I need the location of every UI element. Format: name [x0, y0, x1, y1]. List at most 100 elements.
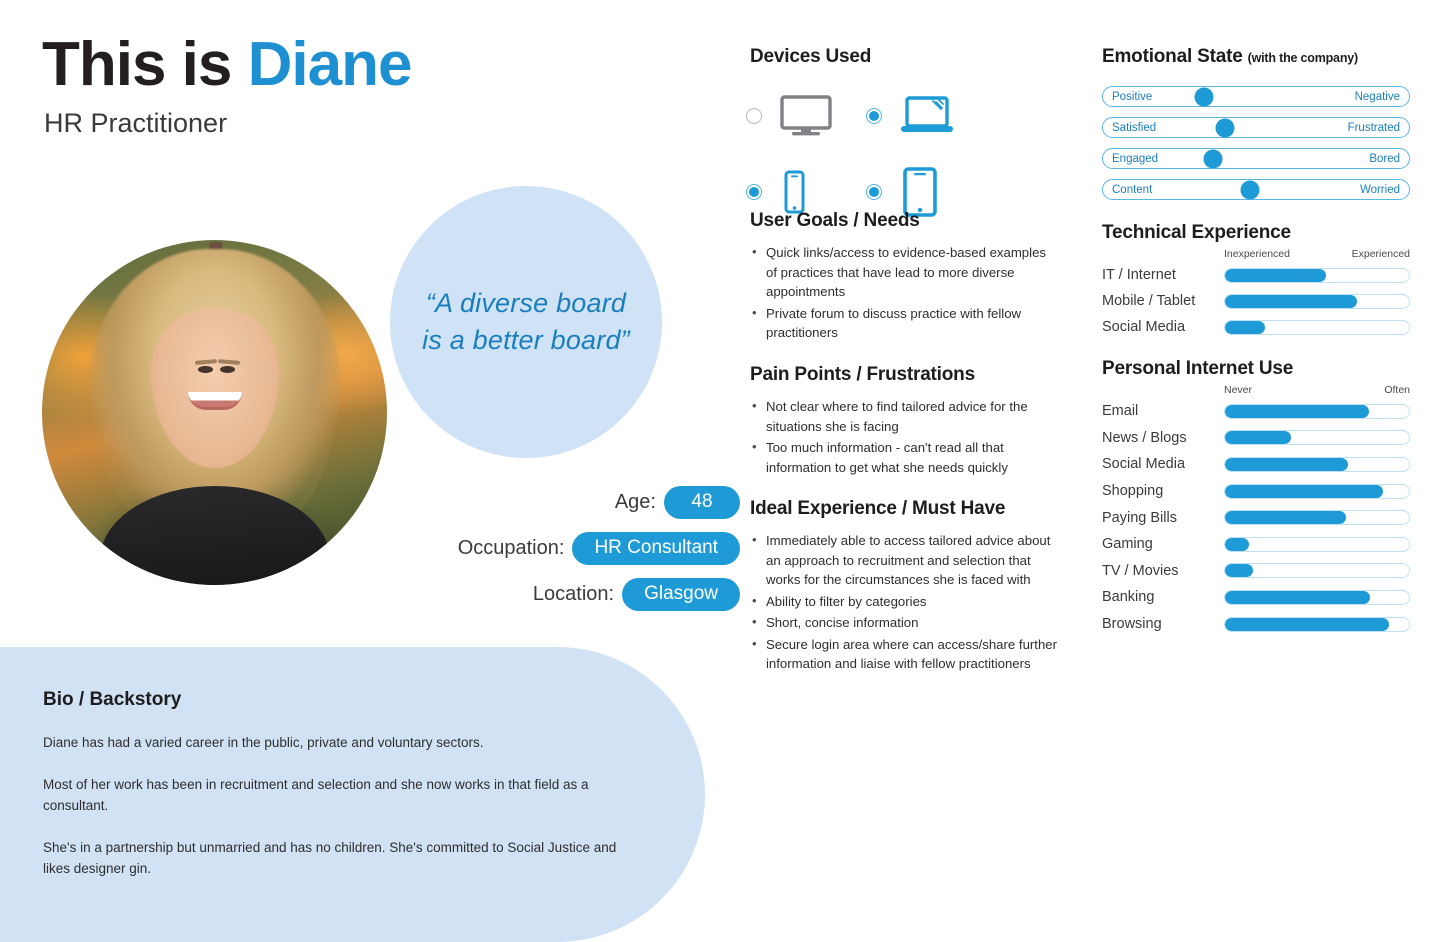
- desktop-icon: [780, 95, 832, 136]
- internet-bar-banking: Banking: [1102, 584, 1410, 611]
- device-option-desktop[interactable]: [746, 90, 866, 142]
- slider-right-label: Negative: [1354, 90, 1400, 103]
- phone-icon: [784, 170, 805, 214]
- bio-paragraph: Diane has had a varied career in the pub…: [43, 735, 484, 750]
- internet-bar-browsing: Browsing: [1102, 611, 1410, 638]
- slider-right-label: Frustrated: [1347, 121, 1400, 134]
- eyebrow-left: [194, 359, 217, 366]
- bar-track: [1224, 589, 1410, 605]
- bar-fill: [1225, 268, 1327, 282]
- goals-section: User Goals / Needs Quick links/access to…: [750, 210, 1060, 345]
- bar-fill: [1225, 617, 1389, 631]
- bar-fill: [1225, 294, 1358, 308]
- eye-right: [219, 365, 235, 373]
- bar-label: Shopping: [1102, 483, 1164, 500]
- emotional-slider-engaged[interactable]: Engaged Bored: [1102, 148, 1410, 169]
- bio-paragraph: Most of her work has been in recruitment…: [43, 776, 589, 813]
- slider-knob[interactable]: [1203, 149, 1223, 168]
- emotional-slider-satisfied[interactable]: Satisfied Frustrated: [1102, 117, 1410, 138]
- bar-label: Email: [1102, 403, 1139, 420]
- attribute-row-location: Location: Glasgow: [420, 577, 740, 611]
- list-item: Ability to filter by categories: [750, 591, 1060, 612]
- bar-label: Gaming: [1102, 536, 1153, 553]
- attribute-value-location: Glasgow: [622, 577, 740, 611]
- bar-fill: [1225, 564, 1253, 578]
- internet-bar-gaming: Gaming: [1102, 531, 1410, 558]
- bar-track: [1224, 616, 1410, 632]
- emotional-slider-positive[interactable]: Positive Negative: [1102, 86, 1410, 107]
- technical-experience-chart: Inexperienced Experienced IT / Internet …: [1102, 248, 1410, 340]
- tech-bar-social-media: Social Media: [1102, 314, 1410, 340]
- bar-track: [1224, 403, 1410, 419]
- devices-title: Devices Used: [750, 46, 872, 67]
- list-item: Secure login area where can access/share…: [750, 634, 1060, 674]
- bar-track: [1224, 456, 1410, 472]
- page-subtitle: HR Practitioner: [44, 108, 228, 138]
- bar-fill: [1225, 404, 1369, 418]
- tech-bar-it-internet: IT / Internet: [1102, 262, 1410, 288]
- slider-knob[interactable]: [1215, 118, 1235, 137]
- internet-bar-paying-bills: Paying Bills: [1102, 504, 1410, 531]
- list-item: Quick links/access to evidence-based exa…: [750, 242, 1060, 302]
- bar-label: News / Blogs: [1102, 429, 1187, 446]
- emotional-state-title: Emotional State (with the company): [1102, 46, 1358, 68]
- personal-internet-use-chart: Never Often Email News / Blogs Social Me…: [1102, 384, 1410, 637]
- device-option-laptop[interactable]: [866, 90, 986, 142]
- emotional-state-heading: Emotional State: [1102, 46, 1243, 67]
- scale-high-label: Often: [1384, 384, 1410, 396]
- attribute-value-occupation: HR Consultant: [572, 531, 740, 565]
- persona-page: This is Diane HR Practitioner “A diverse…: [0, 0, 1456, 942]
- quote-bubble: “A diverse board is a better board”: [390, 186, 662, 458]
- radio-desktop[interactable]: [746, 108, 762, 124]
- radio-laptop[interactable]: [866, 108, 882, 124]
- devices-grid: [746, 90, 996, 218]
- slider-knob[interactable]: [1194, 87, 1214, 106]
- bar-fill: [1225, 484, 1384, 498]
- attribute-list: Age: 48 Occupation: HR Consultant Locati…: [420, 486, 740, 624]
- emotional-slider-content[interactable]: Content Worried: [1102, 179, 1410, 200]
- bar-label: TV / Movies: [1102, 562, 1179, 579]
- attribute-label: Age:: [614, 490, 656, 513]
- bar-fill: [1225, 537, 1249, 551]
- slider-left-label: Positive: [1112, 90, 1153, 103]
- pain-points-title: Pain Points / Frustrations: [750, 364, 975, 385]
- bar-label: Banking: [1102, 589, 1155, 606]
- slider-right-label: Worried: [1359, 183, 1400, 196]
- bar-track: [1224, 536, 1410, 552]
- internet-bar-social-media: Social Media: [1102, 451, 1410, 478]
- bar-label: Browsing: [1102, 616, 1162, 633]
- laptop-icon: [901, 96, 953, 132]
- internet-bar-news-blogs: News / Blogs: [1102, 425, 1410, 452]
- list-item: Private forum to discuss practice with f…: [750, 303, 1060, 343]
- radio-tablet[interactable]: [866, 184, 882, 200]
- bar-label: Social Media: [1102, 319, 1186, 335]
- bar-track: [1224, 267, 1410, 283]
- emotional-state-subheading: (with the company): [1247, 51, 1358, 65]
- eye-left: [197, 365, 213, 373]
- bar-track: [1224, 510, 1410, 526]
- persona-quote: “A diverse board is a better board”: [422, 287, 630, 355]
- radio-phone[interactable]: [746, 184, 762, 200]
- bar-label: Social Media: [1102, 456, 1186, 473]
- bio-paragraph: She's in a partnership but unmarried and…: [43, 839, 617, 876]
- internet-bar-tv-movies: TV / Movies: [1102, 558, 1410, 585]
- bar-track: [1224, 430, 1410, 446]
- slider-left-label: Engaged: [1112, 152, 1159, 165]
- pain-points-section: Pain Points / Frustrations Not clear whe…: [750, 364, 1060, 479]
- slider-knob[interactable]: [1240, 180, 1260, 199]
- slider-right-label: Bored: [1369, 152, 1400, 165]
- attribute-label: Occupation:: [457, 536, 565, 559]
- bar-track: [1224, 563, 1410, 579]
- internet-bar-shopping: Shopping: [1102, 478, 1410, 505]
- bar-track: [1224, 483, 1410, 499]
- avatar: [42, 240, 387, 585]
- list-item: Immediately able to access tailored advi…: [750, 530, 1060, 590]
- scale-high-label: Experienced: [1351, 248, 1410, 260]
- list-item: Not clear where to find tailored advice …: [750, 396, 1060, 436]
- bar-label: IT / Internet: [1102, 267, 1176, 283]
- bio-title: Bio / Backstory: [43, 689, 182, 710]
- emotional-state-chart: Positive Negative Satisfied Frustrated E…: [1102, 86, 1410, 210]
- title-name: Diane: [247, 30, 413, 99]
- slider-left-label: Content: [1112, 183, 1153, 196]
- bar-label: Paying Bills: [1102, 509, 1177, 526]
